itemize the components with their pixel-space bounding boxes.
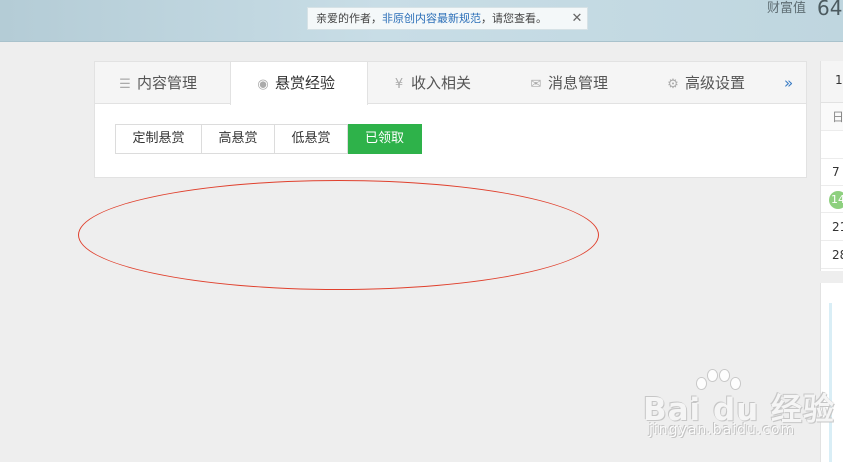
notice-text-suffix: ，请您查看。 — [481, 12, 547, 25]
calendar-title: 1 — [835, 73, 843, 87]
wealth-value: 64 — [817, 0, 843, 20]
tab-advanced-settings[interactable]: ⚙ 高级设置 — [665, 62, 745, 104]
filter-low-reward[interactable]: 低悬赏 — [275, 124, 348, 154]
filter-group: 定制悬赏 高悬赏 低悬赏 已领取 — [115, 124, 422, 154]
calendar-day[interactable]: 7 — [821, 158, 843, 186]
mail-icon: ✉ — [530, 77, 542, 92]
filter-claimed[interactable]: 已领取 — [348, 124, 422, 154]
baidu-jingyan-watermark: Bai du 经验 jingyan.baidu.com — [643, 370, 834, 442]
tab-content-management[interactable]: ☰ 内容管理 — [117, 62, 197, 104]
notice-link[interactable]: 非原创内容最新规范 — [382, 12, 481, 25]
tab-bar: ☰ 内容管理 ◉ 悬赏经验 ¥ 收入相关 ✉ 消息管理 ⚙ 高级设置 » — [95, 62, 806, 105]
annotation-ellipse — [78, 180, 599, 290]
calendar-empty-row — [821, 131, 843, 159]
yen-icon: ¥ — [394, 77, 404, 92]
tab-label: 悬赏经验 — [275, 74, 336, 92]
list-icon: ☰ — [119, 77, 131, 92]
calendar-header: 1 — [821, 61, 843, 103]
top-bar: 亲爱的作者，非原创内容最新规范，请您查看。 ✕ 财富值 64 — [0, 0, 843, 42]
filter-high-reward[interactable]: 高悬赏 — [202, 124, 275, 154]
more-tabs-icon[interactable]: » — [784, 62, 793, 104]
gear-icon: ⚙ — [667, 77, 679, 92]
calendar-day[interactable]: 21 — [821, 213, 843, 241]
tab-income[interactable]: ¥ 收入相关 — [391, 62, 471, 104]
tab-messages[interactable]: ✉ 消息管理 — [528, 62, 608, 104]
calendar-day[interactable]: 28 — [821, 241, 843, 269]
tab-reward-experience[interactable]: ◉ 悬赏经验 — [230, 62, 368, 105]
side-panel-strip — [829, 303, 832, 462]
close-icon[interactable]: ✕ — [570, 8, 584, 29]
calendar-day-today[interactable]: 14 — [821, 185, 843, 213]
today-marker: 14 — [829, 191, 843, 209]
wealth-label: 财富值 — [767, 1, 807, 16]
filter-custom-reward[interactable]: 定制悬赏 — [115, 124, 202, 154]
watermark-url: jingyan.baidu.com — [649, 422, 796, 438]
reward-icon: ◉ — [257, 77, 269, 92]
tab-label: 内容管理 — [137, 74, 198, 92]
notice-text: 亲爱的作者， — [316, 12, 382, 25]
calendar-weekday: 日 — [821, 103, 843, 131]
notice-banner: 亲爱的作者，非原创内容最新规范，请您查看。 ✕ — [307, 7, 588, 30]
content-panel: ☰ 内容管理 ◉ 悬赏经验 ¥ 收入相关 ✉ 消息管理 ⚙ 高级设置 » 定制悬赏 高悬赏… — [94, 61, 807, 178]
side-panel — [820, 283, 843, 462]
calendar-panel: 1 日 7 14 21 28 — [820, 61, 843, 271]
tab-label: 收入相关 — [411, 74, 472, 92]
tab-label: 高级设置 — [685, 74, 746, 92]
tab-label: 消息管理 — [548, 74, 609, 92]
